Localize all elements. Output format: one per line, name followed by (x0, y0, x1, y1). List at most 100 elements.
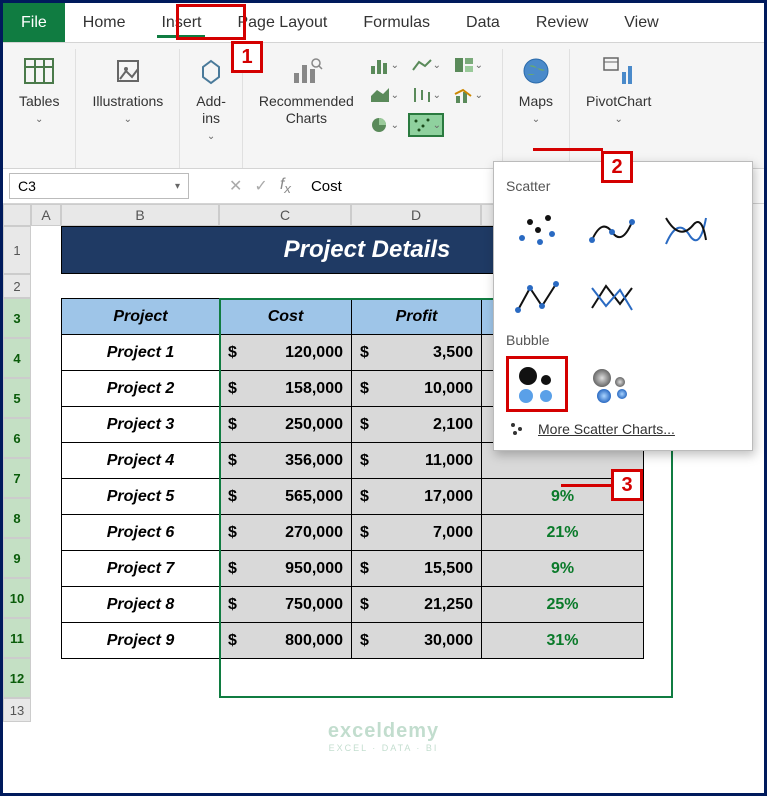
cell-project[interactable]: Project 3 (62, 407, 220, 443)
row-13[interactable]: 13 (3, 698, 31, 722)
cell-project[interactable]: Project 9 (62, 623, 220, 659)
combo-chart-icon[interactable]: ⌄ (450, 83, 486, 107)
cell-cost[interactable]: $800,000 (220, 623, 352, 659)
col-a[interactable]: A (31, 204, 61, 226)
tab-formulas[interactable]: Formulas (345, 3, 448, 42)
row-6[interactable]: 6 (3, 418, 31, 458)
cell-pct[interactable]: 9% (482, 551, 644, 587)
row-7[interactable]: 7 (3, 458, 31, 498)
row-3[interactable]: 3 (3, 298, 31, 338)
row-10[interactable]: 10 (3, 578, 31, 618)
addins-button[interactable]: Add- ins ⌄ (190, 49, 232, 146)
cell-cost[interactable]: $356,000 (220, 443, 352, 479)
row-2[interactable]: 2 (3, 274, 31, 298)
cell-profit[interactable]: $2,100 (352, 407, 482, 443)
table-row: Project 9$800,000$30,00031% (62, 623, 644, 659)
cell-cost[interactable]: $120,000 (220, 335, 352, 371)
bubble-option-1[interactable] (506, 356, 568, 412)
addins-caret: ⌄ (207, 131, 215, 142)
row-12[interactable]: 12 (3, 658, 31, 698)
cell-cost[interactable]: $270,000 (220, 515, 352, 551)
callout-2: 2 (601, 151, 633, 183)
table-row: Project 7$950,000$15,5009% (62, 551, 644, 587)
row-9[interactable]: 9 (3, 538, 31, 578)
cell-profit[interactable]: $3,500 (352, 335, 482, 371)
more-scatter-charts[interactable]: More Scatter Charts... (506, 412, 740, 440)
row-5[interactable]: 5 (3, 378, 31, 418)
cell-profit[interactable]: $17,000 (352, 479, 482, 515)
column-chart-icon[interactable]: ⌄ (366, 53, 402, 77)
tab-data[interactable]: Data (448, 3, 518, 42)
bubble-option-2[interactable] (580, 356, 642, 412)
col-d[interactable]: D (351, 204, 481, 226)
name-box[interactable]: C3 ▾ (9, 173, 189, 199)
cell-cost[interactable]: $158,000 (220, 371, 352, 407)
scatter-chart-menu: Scatter Bubble More Scatter Ch (493, 161, 753, 451)
header-profit: Profit (352, 299, 482, 335)
cell-cost[interactable]: $750,000 (220, 587, 352, 623)
cell-profit[interactable]: $7,000 (352, 515, 482, 551)
cell-project[interactable]: Project 5 (62, 479, 220, 515)
cell-pct[interactable]: 21% (482, 515, 644, 551)
row-1[interactable]: 1 (3, 226, 31, 274)
maps-button[interactable]: Maps ⌄ (513, 49, 559, 129)
tab-insert[interactable]: Insert (143, 3, 219, 42)
select-all-corner[interactable] (3, 204, 31, 226)
cell-profit[interactable]: $11,000 (352, 443, 482, 479)
formula-bar-icons: ✕ ✓ fx (229, 176, 291, 196)
cell-cost[interactable]: $250,000 (220, 407, 352, 443)
scatter-option-3[interactable] (654, 202, 716, 258)
tab-review[interactable]: Review (518, 3, 606, 42)
cell-project[interactable]: Project 7 (62, 551, 220, 587)
line-chart-icon[interactable]: ⌄ (408, 53, 444, 77)
cell-cost[interactable]: $565,000 (220, 479, 352, 515)
more-icon (508, 420, 528, 438)
illustrations-button[interactable]: Illustrations ⌄ (86, 49, 169, 129)
cell-project[interactable]: Project 6 (62, 515, 220, 551)
header-project: Project (62, 299, 220, 335)
illustrations-caret: ⌄ (124, 114, 132, 125)
cell-profit[interactable]: $21,250 (352, 587, 482, 623)
row-4[interactable]: 4 (3, 338, 31, 378)
cell-profit[interactable]: $10,000 (352, 371, 482, 407)
group-illustrations: Illustrations ⌄ (76, 49, 180, 168)
stock-chart-icon[interactable]: ⌄ (408, 83, 444, 107)
table-row: Project 5$565,000$17,0009% (62, 479, 644, 515)
tab-home[interactable]: Home (65, 3, 144, 42)
cell-cost[interactable]: $950,000 (220, 551, 352, 587)
cell-project[interactable]: Project 8 (62, 587, 220, 623)
cell-project[interactable]: Project 4 (62, 443, 220, 479)
cell-profit[interactable]: $15,500 (352, 551, 482, 587)
pie-chart-icon[interactable]: ⌄ (366, 113, 402, 137)
enter-icon[interactable]: ✓ (254, 176, 267, 196)
callout-2-line (533, 148, 603, 151)
row-11[interactable]: 11 (3, 618, 31, 658)
scatter-option-2[interactable] (580, 202, 642, 258)
scatter-option-4[interactable] (506, 270, 568, 326)
col-c[interactable]: C (219, 204, 351, 226)
pivotchart-button[interactable]: PivotChart ⌄ (580, 49, 657, 129)
fx-icon[interactable]: fx (280, 176, 291, 196)
treemap-chart-icon[interactable]: ⌄ (450, 53, 486, 77)
scatter-chart-button[interactable]: ⌄ (408, 113, 444, 137)
file-tab[interactable]: File (3, 3, 65, 42)
cancel-icon[interactable]: ✕ (229, 176, 242, 196)
recommended-charts-button[interactable]: Recommended Charts (253, 49, 360, 131)
scatter-option-1[interactable] (506, 202, 568, 258)
tables-button[interactable]: Tables ⌄ (13, 49, 65, 129)
cell-pct[interactable]: 31% (482, 623, 644, 659)
maps-caret: ⌄ (532, 114, 540, 125)
col-b[interactable]: B (61, 204, 219, 226)
name-box-caret: ▾ (175, 181, 180, 192)
area-chart-icon[interactable]: ⌄ (366, 83, 402, 107)
cell-project[interactable]: Project 2 (62, 371, 220, 407)
tab-page-layout[interactable]: Page Layout (219, 3, 345, 42)
formula-bar-value[interactable]: Cost (311, 178, 342, 195)
cell-pct[interactable]: 25% (482, 587, 644, 623)
tab-view[interactable]: View (606, 3, 676, 42)
cell-project[interactable]: Project 1 (62, 335, 220, 371)
row-8[interactable]: 8 (3, 498, 31, 538)
callout-1: 1 (231, 41, 263, 73)
scatter-option-5[interactable] (580, 270, 642, 326)
cell-profit[interactable]: $30,000 (352, 623, 482, 659)
